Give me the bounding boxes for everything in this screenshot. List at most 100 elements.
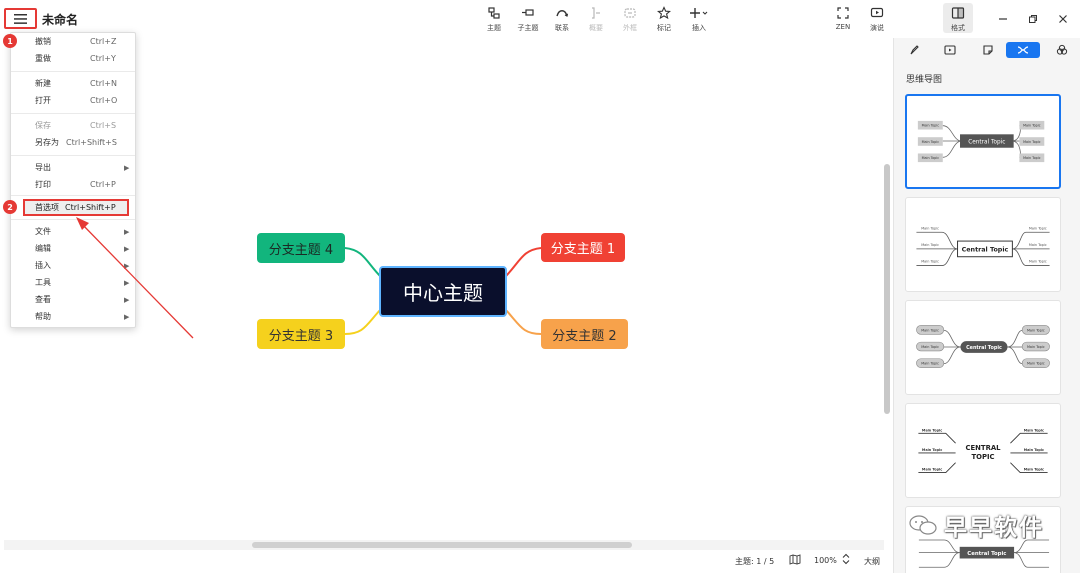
submenu-arrow-icon: ▶ — [124, 261, 130, 270]
menu-item-label: 打印 — [35, 180, 51, 189]
star-icon — [657, 6, 671, 20]
zen-button[interactable]: ZEN — [826, 6, 860, 34]
relationship-button[interactable]: 联系 — [545, 6, 579, 34]
fullscreen-icon — [837, 7, 849, 19]
theme-main-text: Main Topic — [1024, 448, 1044, 452]
menu-item-label: 导出 — [35, 163, 51, 172]
theme-preview: Central Topic Main Topic Main Topic Main T… — [916, 226, 1050, 266]
color-circles-icon — [1056, 44, 1068, 55]
horizontal-scrollbar[interactable] — [252, 542, 632, 548]
marker-label: 标记 — [657, 24, 671, 32]
subtopic-button[interactable]: 子主题 — [511, 6, 545, 34]
theme-main-text: Main Topic — [1029, 260, 1047, 264]
branch-topic-1[interactable]: 分支主题 1 — [541, 233, 625, 262]
main-menu-button[interactable] — [4, 8, 37, 29]
theme-card-1[interactable]: Central Topic Main Topic Main Topic Main T… — [905, 94, 1061, 189]
pitch-icon — [870, 7, 884, 18]
topic-button[interactable]: 主题 — [477, 6, 511, 34]
theme-main-text: Main Topic — [1023, 140, 1041, 144]
menu-item-label: 文件 — [35, 227, 51, 236]
restore-button[interactable] — [1025, 12, 1041, 26]
theme-central-text: Central Topic — [967, 551, 1006, 557]
theme-main-text: Main Topic — [1023, 156, 1041, 160]
subtopic-icon — [522, 9, 534, 16]
menu-item-shortcut: Ctrl+Shift+P — [65, 203, 116, 212]
boundary-button[interactable]: 外框 — [613, 6, 647, 34]
central-topic[interactable]: 中心主题 — [379, 266, 507, 317]
menu-item-undo[interactable]: 撤销 Ctrl+Z — [11, 33, 135, 50]
restore-icon — [1029, 15, 1037, 23]
watermark-text: 早早软件 — [944, 515, 1044, 541]
menu-item-tools[interactable]: 工具 ▶ — [11, 274, 135, 291]
vertical-scrollbar[interactable] — [884, 164, 890, 414]
menu-item-export[interactable]: 导出 ▶ — [11, 159, 135, 176]
branch-topic-4[interactable]: 分支主题 4 — [257, 233, 345, 263]
theme-card-4[interactable]: CENTRAL TOPIC Main Topic Main Topic Main T… — [905, 403, 1061, 498]
minimize-button[interactable] — [995, 12, 1011, 26]
summary-label: 概要 — [589, 24, 603, 32]
status-bar: 主题: 1 / 5 100% 大纲 — [0, 550, 893, 573]
menu-item-save[interactable]: 保存 Ctrl+S — [11, 117, 135, 134]
menu-item-edit[interactable]: 编辑 ▶ — [11, 240, 135, 257]
menu-item-label: 编辑 — [35, 244, 51, 253]
zoom-stepper-icon[interactable] — [842, 553, 850, 567]
branch-topic-2[interactable]: 分支主题 2 — [541, 319, 628, 349]
relationship-icon — [556, 10, 569, 17]
theme-card-2[interactable]: Central Topic Main Topic Main Topic Main T… — [905, 197, 1061, 292]
menu-item-label: 撤销 — [35, 37, 51, 46]
theme-main-text: Main Topic — [1027, 345, 1045, 349]
menu-item-shortcut: Ctrl+P — [90, 180, 116, 189]
close-button[interactable] — [1055, 12, 1071, 26]
menu-item-label: 帮助 — [35, 312, 51, 321]
tab-style[interactable] — [902, 42, 926, 58]
menu-item-open[interactable]: 打开 Ctrl+O — [11, 92, 135, 109]
theme-main-text: Main Topic — [1029, 226, 1047, 230]
menu-item-shortcut: Ctrl+O — [90, 96, 118, 105]
menu-item-insert[interactable]: 插入 ▶ — [11, 257, 135, 274]
menu-item-view[interactable]: 查看 ▶ — [11, 291, 135, 308]
map-icon[interactable] — [789, 554, 801, 567]
menu-item-label: 打开 — [35, 96, 51, 105]
mindmap-app: 中心主题 分支主题 1 分支主题 2 分支主题 3 分支主题 4 未命名 主题 … — [0, 0, 1080, 573]
theme-main-text: Main Topic — [922, 468, 942, 472]
tab-pitch[interactable] — [938, 42, 962, 58]
menu-item-label: 首选项 — [35, 203, 59, 212]
document-title: 未命名 — [42, 13, 79, 27]
menu-separator — [11, 155, 135, 156]
pitch-button[interactable]: 演说 — [860, 6, 894, 34]
boundary-label: 外框 — [623, 24, 637, 32]
menu-item-new[interactable]: 新建 Ctrl+N — [11, 75, 135, 92]
note-icon — [983, 45, 993, 55]
menu-item-redo[interactable]: 重做 Ctrl+Y — [11, 50, 135, 67]
marker-button[interactable]: 标记 — [647, 6, 681, 34]
theme-card-3[interactable]: Central Topic Main Topic Main Topic Main T… — [905, 300, 1061, 395]
menu-item-print[interactable]: 打印 Ctrl+P — [11, 176, 135, 193]
theme-main-text: Main Topic — [922, 428, 942, 432]
insert-button[interactable]: 插入 — [682, 6, 716, 34]
theme-main-text: Main Topic — [922, 156, 940, 160]
topic-count: 主题: 1 / 5 — [735, 557, 775, 566]
menu-item-label: 插入 — [35, 261, 51, 270]
tab-theme[interactable] — [1006, 42, 1040, 58]
boundary-icon — [624, 8, 636, 18]
tab-color[interactable] — [1050, 42, 1074, 58]
theme-main-text: Main Topic — [922, 448, 942, 452]
format-panel-button[interactable]: 格式 — [943, 3, 973, 33]
menu-item-help[interactable]: 帮助 ▶ — [11, 308, 135, 325]
menu-item-save-as[interactable]: 另存为 Ctrl+Shift+S — [11, 134, 135, 151]
theme-main-text: Main Topic — [1027, 362, 1045, 366]
menu-item-preferences[interactable]: 首选项 Ctrl+Shift+P — [23, 199, 129, 216]
tab-notes[interactable] — [976, 42, 1000, 58]
branch-topic-3[interactable]: 分支主题 3 — [257, 319, 345, 349]
relationship-label: 联系 — [555, 24, 569, 32]
zoom-level[interactable]: 100% — [814, 556, 837, 565]
menu-item-file[interactable]: 文件 ▶ — [11, 223, 135, 240]
outline-button[interactable]: 大纲 — [864, 556, 880, 567]
submenu-arrow-icon: ▶ — [124, 312, 130, 321]
menu-item-label: 新建 — [35, 79, 51, 88]
summary-button[interactable]: 概要 — [579, 6, 613, 34]
theme-main-text: Main Topic — [1023, 124, 1041, 128]
theme-main-text: Main Topic — [921, 260, 939, 264]
top-toolbar: 未命名 主题 子主题 联系 概要 外框 标记 插入 ZEN 演说 格式 — [0, 0, 1080, 38]
theme-main-text: Main Topic — [1024, 468, 1044, 472]
